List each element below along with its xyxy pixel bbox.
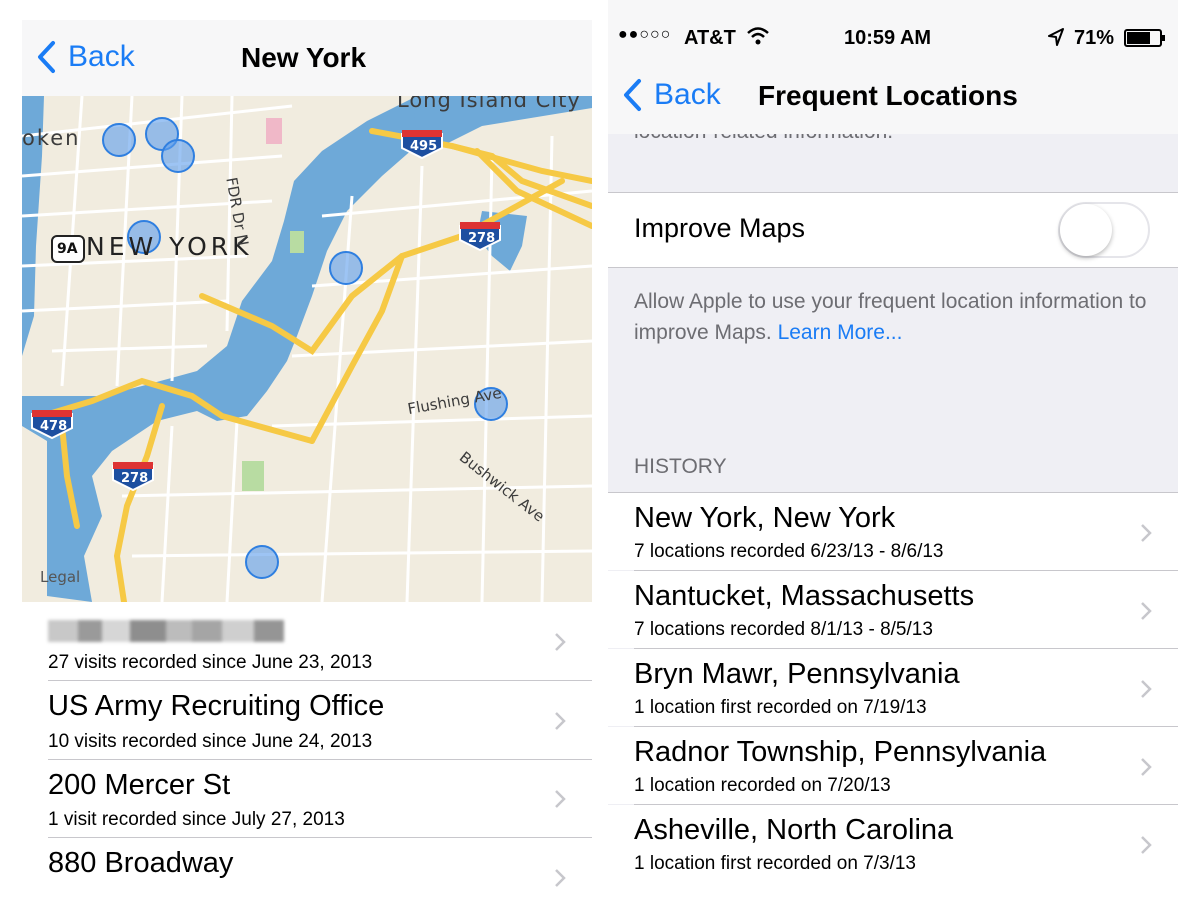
location-arrow-icon [1048, 28, 1064, 46]
chevron-right-icon [1141, 758, 1152, 776]
history-item-subtitle: 7 locations recorded 6/23/13 - 8/6/13 [634, 541, 944, 562]
legal-link[interactable]: Legal [40, 568, 80, 586]
page-title: New York [241, 42, 367, 73]
signal-strength: ●●○○○ [618, 26, 672, 43]
status-bar: ●●○○○ AT&T 10:59 AM 71% [608, 0, 1178, 58]
history-item[interactable]: Radnor Township, Pennsylvania 1 location… [608, 727, 1178, 804]
chevron-right-icon [555, 633, 566, 651]
map-view[interactable]: Long Island City oken NEW YORK FDR Dr N … [22, 96, 592, 602]
chevron-right-icon [1141, 602, 1152, 620]
battery-icon [1124, 29, 1165, 47]
history-item[interactable]: Nantucket, Massachusetts 7 locations rec… [608, 571, 1178, 648]
history-item-title: Bryn Mawr, Pennsylvania [634, 658, 960, 690]
history-item[interactable]: Bryn Mawr, Pennsylvania 1 location first… [608, 649, 1178, 726]
wifi-icon [747, 27, 769, 45]
chevron-left-icon [38, 41, 55, 73]
map-canvas [22, 96, 592, 602]
improve-maps-label: Improve Maps [634, 213, 806, 243]
improve-maps-row: Improve Maps [608, 192, 1178, 268]
history-item-title: New York, New York [634, 502, 896, 534]
list-item[interactable]: 200 Mercer St 1 visit recorded since Jul… [22, 760, 592, 838]
list-item-subtitle: 27 visits recorded since June 23, 2013 [48, 652, 373, 673]
list-item-title: 200 Mercer St [48, 769, 231, 801]
hospital-area [266, 118, 282, 144]
chevron-right-icon [555, 790, 566, 808]
chevron-left-icon [624, 79, 641, 111]
improve-maps-footer: Allow Apple to use your frequent locatio… [634, 286, 1154, 348]
list-item[interactable]: US Army Recruiting Office 10 visits reco… [22, 681, 592, 759]
list-item[interactable]: 27 visits recorded since June 23, 2013 [22, 602, 592, 680]
neighborhood-label: oken [22, 126, 81, 150]
park [290, 231, 304, 253]
history-item-subtitle: 1 location first recorded on 7/19/13 [634, 697, 927, 718]
chevron-right-icon [555, 869, 566, 887]
shield-number: 495 [410, 139, 438, 154]
neighborhood-label: Long Island City [397, 96, 581, 112]
battery-percent: 71% [1074, 27, 1115, 49]
back-button[interactable]: Back [622, 78, 721, 112]
back-label: Back [68, 40, 135, 73]
redacted-title [48, 620, 284, 642]
city-label: NEW YORK [86, 232, 253, 261]
nav-bar: Back Frequent Locations [608, 58, 1178, 134]
left-screen: Back New York Long Island City oken NEW … [22, 0, 592, 900]
page-title: Frequent Locations [758, 80, 1018, 111]
clock: 10:59 AM [844, 27, 932, 49]
history-item-title: Radnor Township, Pennsylvania [634, 736, 1047, 768]
history-header: HISTORY [634, 455, 727, 478]
list-item[interactable]: 880 Broadway [22, 838, 592, 900]
shield-number: 278 [468, 231, 496, 246]
shield-number: 478 [40, 419, 68, 434]
learn-more-link[interactable]: Learn More... [778, 321, 903, 344]
list-item-subtitle: 1 visit recorded since July 27, 2013 [48, 809, 345, 830]
history-item[interactable]: Asheville, North Carolina 1 location fir… [608, 805, 1178, 900]
nav-bar: Back New York [22, 20, 592, 96]
carrier-label: AT&T [684, 27, 736, 49]
chevron-right-icon [1141, 836, 1152, 854]
right-screen: ●●○○○ AT&T 10:59 AM 71% Back Frequent Lo… [608, 0, 1178, 900]
back-label: Back [654, 78, 721, 111]
shield-number: 9A [57, 241, 78, 257]
toggle-knob [1060, 204, 1112, 256]
shield-number: 278 [121, 471, 149, 486]
list-item-title: US Army Recruiting Office [48, 690, 385, 722]
history-item[interactable]: New York, New York 7 locations recorded … [608, 493, 1178, 570]
list-item-subtitle: 10 visits recorded since June 24, 2013 [48, 731, 373, 752]
park [242, 461, 264, 491]
history-item-title: Asheville, North Carolina [634, 814, 954, 846]
chevron-right-icon [555, 712, 566, 730]
history-item-subtitle: 1 location first recorded on 7/3/13 [634, 853, 917, 874]
history-item-subtitle: 1 location recorded on 7/20/13 [634, 775, 891, 796]
clipped-footer-text: location-related information. [634, 134, 893, 147]
history-item-subtitle: 7 locations recorded 8/1/13 - 8/5/13 [634, 619, 933, 640]
history-item-title: Nantucket, Massachusetts [634, 580, 975, 612]
back-button[interactable]: Back [36, 40, 135, 74]
chevron-right-icon [1141, 524, 1152, 542]
chevron-right-icon [1141, 680, 1152, 698]
list-item-title: 880 Broadway [48, 847, 234, 879]
clipped-section-footer: location-related information. [608, 134, 1178, 190]
improve-maps-toggle[interactable] [1058, 202, 1150, 258]
